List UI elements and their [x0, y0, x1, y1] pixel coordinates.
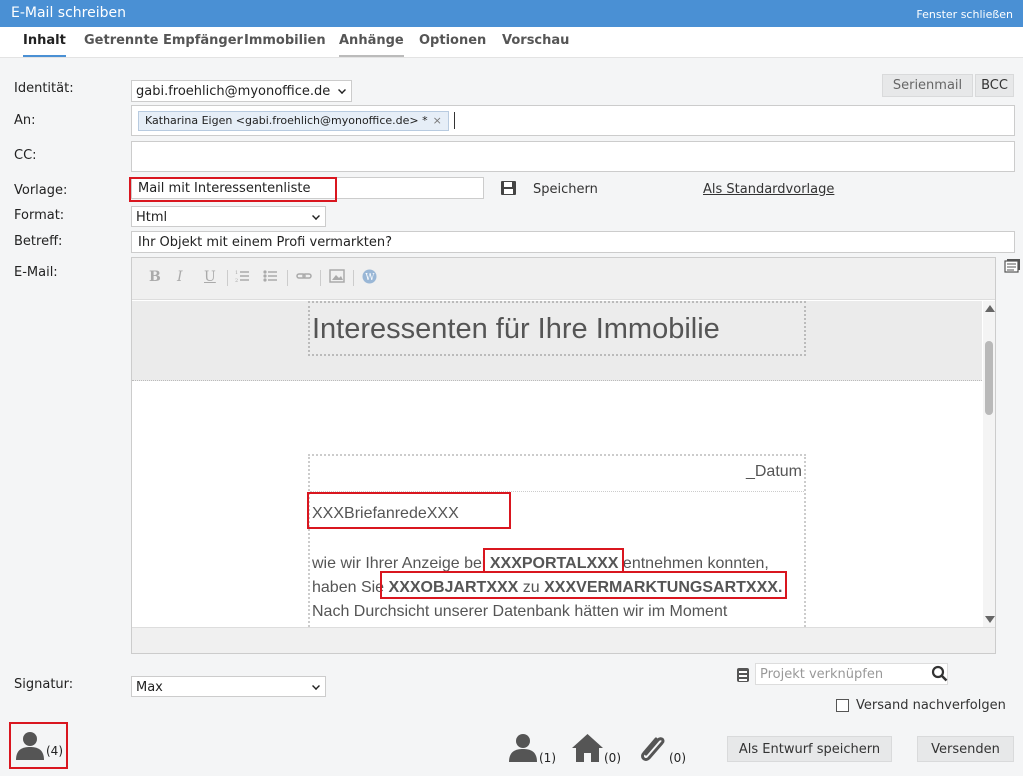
signature-select[interactable]: Max [131, 676, 326, 697]
ordered-list-icon[interactable]: 12 [235, 269, 250, 287]
image-icon[interactable] [329, 269, 345, 287]
serienmail-button[interactable]: Serienmail [882, 74, 973, 97]
template-label: Vorlage: [14, 183, 68, 198]
to-label: An: [14, 113, 36, 128]
paragraph-text: wie wir Ihrer Anzeige bei [312, 555, 490, 572]
text-cursor [454, 112, 455, 129]
attachments-count: (0) [669, 751, 686, 765]
link-icon[interactable] [296, 269, 312, 287]
email-label: E-Mail: [14, 265, 58, 280]
identity-value: gabi.froehlich@myonoffice.de [136, 84, 331, 99]
save-template-link[interactable]: Speichern [533, 182, 598, 197]
bold-button[interactable]: B [149, 269, 161, 285]
paragraph-text: Nach Durchsicht unserer Datenbank hätten… [312, 603, 728, 620]
search-icon[interactable] [931, 665, 948, 686]
project-search-input[interactable]: Projekt verknüpfen [755, 663, 948, 685]
portal-placeholder: XXXPORTALXXX [489, 555, 619, 572]
text-blocks-icon[interactable] [1004, 258, 1021, 278]
svg-text:1: 1 [235, 270, 238, 276]
save-icon[interactable] [500, 180, 517, 200]
tab-inhalt[interactable]: Inhalt [23, 33, 66, 57]
save-draft-button[interactable]: Als Entwurf speichern [727, 736, 892, 762]
subject-value: Ihr Objekt mit einem Profi vermarkten? [138, 235, 393, 250]
bullet-list-icon[interactable] [263, 269, 278, 287]
scroll-down-arrow[interactable] [985, 616, 995, 623]
recipients-count: (4) [46, 744, 63, 758]
format-select[interactable]: Html [131, 206, 326, 227]
letter-body: _Datum XXXBriefanredeXXX wie wir Ihrer A… [308, 454, 806, 627]
track-checkbox[interactable] [836, 699, 849, 712]
object-type-placeholder: XXXOBJARTXXX [388, 579, 519, 596]
svg-text:W: W [365, 273, 375, 283]
header-band: Interessenten für Ihre Immobilie [132, 301, 982, 381]
properties-count: (0) [604, 751, 621, 765]
paragraph-text: haben Sie [312, 579, 389, 596]
italic-button[interactable]: I [177, 269, 183, 285]
wordpress-icon[interactable]: W [362, 269, 377, 288]
underline-button[interactable]: U [204, 269, 216, 285]
chevron-down-icon [312, 682, 320, 690]
marketing-type-placeholder: XXXVERMARKTUNGSARTXXX [544, 579, 778, 596]
chevron-down-icon [338, 86, 346, 94]
identity-select[interactable]: gabi.froehlich@myonoffice.de [131, 80, 352, 102]
tab-bar: Inhalt Getrennte Empfänger Immobilien An… [0, 27, 1023, 58]
contacts-icon[interactable] [508, 733, 538, 767]
editor-document[interactable]: Interessenten für Ihre Immobilie _Datum … [132, 301, 982, 627]
cc-field[interactable] [131, 141, 1015, 172]
recipient-chip-label: Katharina Eigen <gabi.froehlich@myonoffi… [145, 114, 428, 127]
window-titlebar: E-Mail schreiben Fenster schließen [0, 0, 1023, 27]
close-window-link[interactable]: Fenster schließen [916, 8, 1013, 21]
paragraph-text: zu [518, 579, 545, 596]
contacts-count: (1) [539, 751, 556, 765]
track-label: Versand nachverfolgen [856, 698, 1006, 713]
header-title: Interessenten für Ihre Immobilie [308, 301, 806, 356]
editor-toolbar: B I U 12 W [132, 258, 995, 300]
tab-vorschau[interactable]: Vorschau [502, 33, 569, 48]
toolbar-divider [320, 270, 321, 286]
template-input[interactable]: Mail mit Interessentenliste [131, 177, 484, 199]
svg-text:2: 2 [235, 278, 238, 283]
project-icon [735, 666, 751, 688]
chevron-down-icon [312, 212, 320, 220]
format-value: Html [136, 210, 168, 225]
send-button[interactable]: Versenden [917, 736, 1014, 762]
toolbar-divider [287, 270, 288, 286]
signature-value: Max [136, 680, 163, 695]
cc-label: CC: [14, 148, 37, 163]
tab-anhaenge[interactable]: Anhänge [339, 33, 404, 57]
tab-getrennte-empfaenger[interactable]: Getrennte Empfänger [84, 33, 243, 48]
email-editor[interactable]: B I U 12 W Interessenten für Ihre Immobi… [131, 257, 996, 654]
recipients-icon[interactable] [15, 730, 45, 765]
editor-statusbar [132, 627, 995, 653]
identity-label: Identität: [14, 81, 74, 96]
subject-label: Betreff: [14, 234, 63, 249]
attachment-icon[interactable] [637, 731, 669, 769]
signature-label: Signatur: [14, 677, 74, 692]
tab-immobilien[interactable]: Immobilien [244, 33, 326, 48]
toolbar-divider [353, 270, 354, 286]
bcc-button[interactable]: BCC [975, 74, 1014, 97]
recipient-chip[interactable]: Katharina Eigen <gabi.froehlich@myonoffi… [138, 111, 449, 131]
default-template-link[interactable]: Als Standardvorlage [703, 182, 834, 197]
template-value: Mail mit Interessentenliste [138, 181, 311, 196]
subject-input[interactable]: Ihr Objekt mit einem Profi vermarkten? [131, 231, 1015, 253]
project-search-placeholder: Projekt verknüpfen [760, 667, 884, 682]
editor-scrollbar[interactable] [983, 301, 995, 627]
scroll-up-arrow[interactable] [985, 305, 995, 312]
paragraph-text: . [777, 579, 783, 596]
date-placeholder: _Datum [310, 456, 804, 492]
format-label: Format: [14, 208, 65, 223]
salutation-placeholder: XXXBriefanredeXXX [312, 505, 459, 522]
scroll-thumb[interactable] [985, 341, 993, 415]
window-title: E-Mail schreiben [11, 5, 126, 21]
property-icon[interactable] [571, 733, 604, 767]
remove-recipient-icon[interactable]: × [433, 114, 442, 127]
letter-paragraph: wie wir Ihrer Anzeige bei XXXPORTALXXX e… [312, 552, 802, 624]
toolbar-divider [227, 270, 228, 286]
tab-optionen[interactable]: Optionen [419, 33, 486, 48]
paragraph-text: entnehmen konnten, [618, 555, 769, 572]
